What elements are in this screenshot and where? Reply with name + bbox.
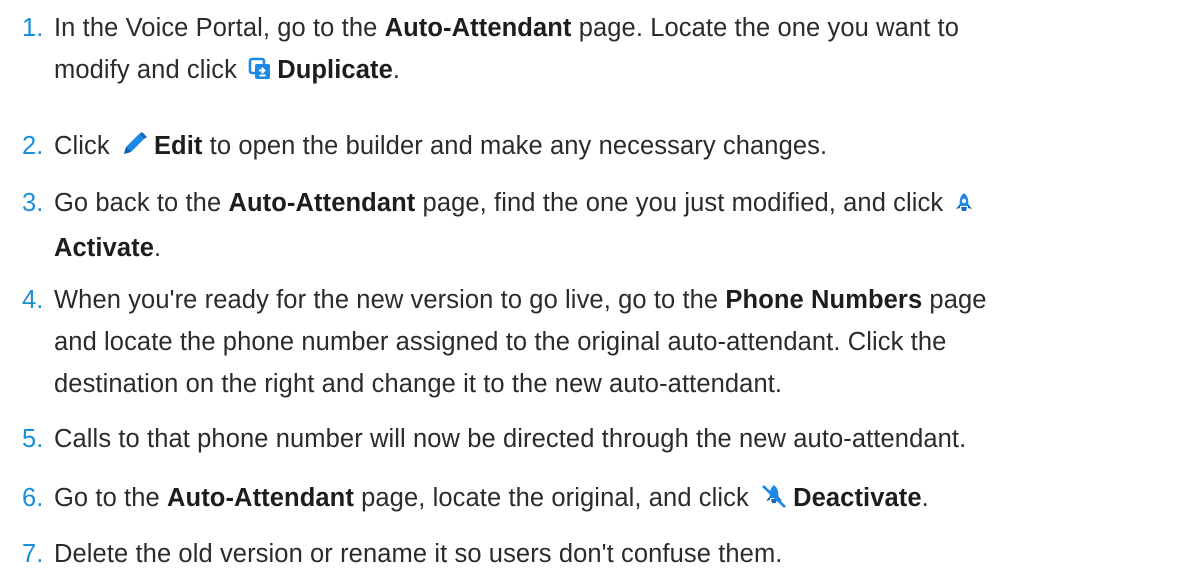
deactivate-icon <box>760 480 788 522</box>
activate-label: Activate <box>54 234 155 262</box>
edit-label: Edit <box>153 132 203 160</box>
step-text: Click Edit to open the builder and make … <box>54 125 1182 170</box>
auto-attendant-label: Auto-Attendant <box>167 484 354 512</box>
step-number: 6. <box>22 484 44 512</box>
step-number: 4. <box>22 286 44 314</box>
pencil-icon <box>121 128 149 170</box>
step-text: When you're ready for the new version to… <box>54 286 987 398</box>
step-text: Calls to that phone number will now be d… <box>54 425 967 453</box>
step-number: 3. <box>22 189 44 217</box>
step-text: Go back to the Auto-Attendant page, find… <box>54 182 1182 269</box>
step-text: Delete the old version or rename it so u… <box>54 540 783 568</box>
auto-attendant-label: Auto-Attendant <box>384 14 572 42</box>
deactivate-label: Deactivate <box>793 484 922 512</box>
step-number: 5. <box>22 425 44 453</box>
rocket-icon <box>954 185 974 227</box>
duplicate-label: Duplicate <box>277 56 393 84</box>
step-text: In the Voice Portal, go to the Auto-Atte… <box>54 7 1182 94</box>
step-number: 7. <box>22 540 44 568</box>
auto-attendant-label: Auto-Attendant <box>228 189 416 217</box>
step-number: 1. <box>22 14 44 42</box>
step-text: Go to the Auto-Attendant page, locate th… <box>54 477 1182 522</box>
phone-numbers-label: Phone Numbers <box>725 286 923 314</box>
duplicate-icon <box>248 52 272 94</box>
step-number: 2. <box>22 132 44 160</box>
